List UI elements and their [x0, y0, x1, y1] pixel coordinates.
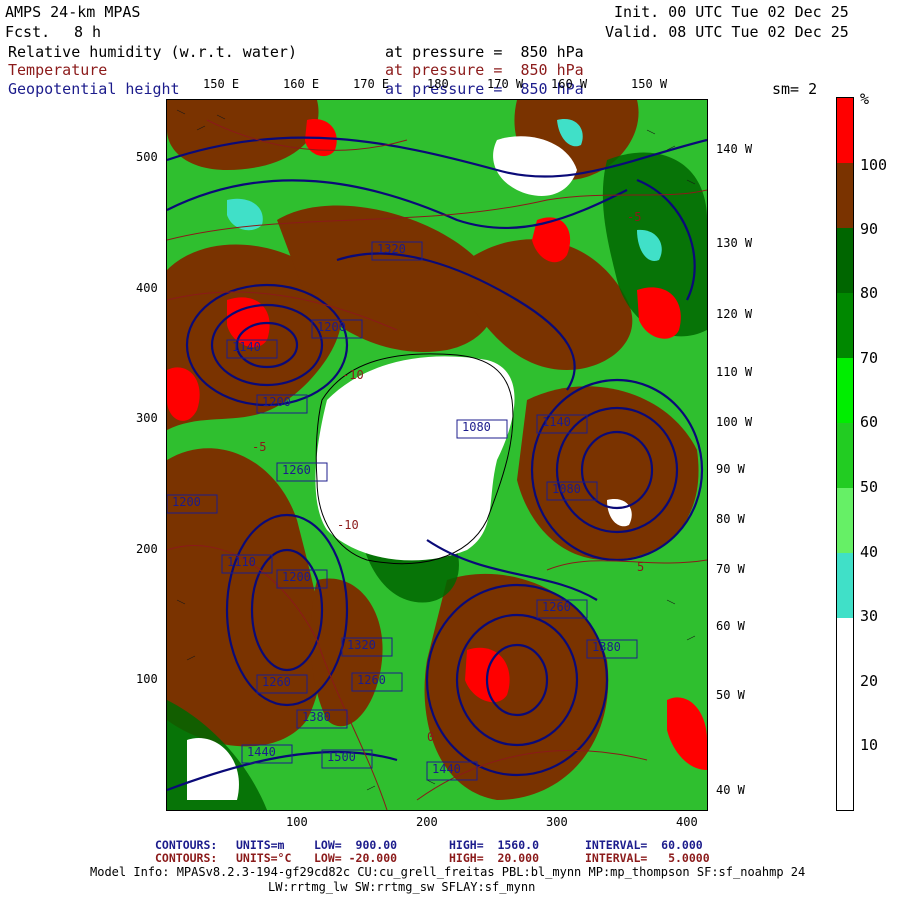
lon-label: 80 W [716, 512, 745, 526]
footer-low: LOW= 900.00 [314, 838, 398, 852]
height-label: 1260 [357, 673, 386, 687]
lon-label: 150 E [203, 77, 240, 91]
temp-label: 5 [637, 560, 645, 574]
height-label: 1260 [262, 675, 291, 689]
colorbar [836, 97, 854, 811]
height-label: 1110 [227, 555, 256, 569]
y-tick-label: 300 [136, 411, 158, 425]
height-label: 1080 [462, 420, 491, 434]
height-label: 1260 [282, 463, 311, 477]
height-label: 1380 [592, 640, 621, 654]
y-tick-label: 500 [136, 150, 158, 164]
valid-time: Valid. 08 UTC Tue 02 Dec 25 [605, 23, 849, 41]
temp-label: -5 [627, 210, 642, 224]
footer-interval: INTERVAL= 5.0000 [585, 851, 710, 865]
temp-label: -10 [342, 368, 364, 382]
model-title: AMPS 24-km MPAS [5, 3, 141, 21]
y-tick-label: 200 [136, 542, 158, 556]
height-label: 1440 [432, 762, 461, 776]
lon-label: 50 W [716, 688, 745, 702]
map-plot[interactable]: 1320 1200 1140 1200 1260 1110 1200 1320 … [166, 99, 708, 811]
temp-label: -10 [337, 518, 359, 532]
lon-label: 40 W [716, 783, 745, 797]
colorbar-label: 50 [860, 478, 879, 496]
lon-label: 150 W [631, 77, 668, 91]
lon-label: 110 W [716, 365, 753, 379]
colorbar-label: 90 [860, 220, 879, 238]
footer-units: UNITS=°C [236, 851, 292, 865]
height-label: 1320 [347, 638, 376, 652]
lon-label: 180 [427, 77, 449, 91]
lon-label: 130 W [716, 236, 753, 250]
height-label: 1200 [172, 495, 201, 509]
field-height-label: Geopotential height [8, 80, 180, 98]
lon-label: 90 W [716, 462, 745, 476]
colorbar-label: 80 [860, 284, 879, 302]
y-tick-label: 400 [136, 281, 158, 295]
colorbar-label: 60 [860, 413, 879, 431]
y-tick-label: 100 [136, 672, 158, 686]
footer-high: HIGH= 1560.0 [449, 838, 540, 852]
height-label: 1440 [247, 745, 276, 759]
lon-label: 120 W [716, 307, 753, 321]
footer-label: CONTOURS: [155, 838, 218, 852]
field-rh-level: at pressure = 850 hPa [385, 43, 584, 61]
height-label: 1200 [282, 570, 311, 584]
height-label: 1140 [232, 340, 261, 354]
colorbar-label: 30 [860, 607, 879, 625]
colorbar-label: 40 [860, 543, 879, 561]
footer-interval: INTERVAL= 60.000 [585, 838, 703, 852]
lon-label: 70 W [716, 562, 745, 576]
height-label: 1140 [542, 415, 571, 429]
colorbar-label: 100 [860, 156, 888, 174]
lon-label: 170 W [487, 77, 524, 91]
map-svg [167, 100, 707, 810]
lon-label: 60 W [716, 619, 745, 633]
x-tick-label: 300 [546, 815, 568, 829]
height-label: 1080 [552, 482, 581, 496]
height-label: 1200 [262, 395, 291, 409]
colorbar-unit: % [860, 90, 870, 108]
colorbar-label: 20 [860, 672, 879, 690]
init-time: Init. 00 UTC Tue 02 Dec 25 [614, 3, 849, 21]
temp-label: 0 [427, 730, 435, 744]
smoothing-label: sm= 2 [772, 80, 818, 98]
colorbar-label: 70 [860, 349, 879, 367]
lon-label: 170 E [353, 77, 390, 91]
x-tick-label: 100 [286, 815, 308, 829]
model-info: Model Info: MPASv8.2.3-194-gf29cd82c CU:… [90, 865, 806, 879]
lon-label: 160 W [551, 77, 588, 91]
model-info-2: LW:rrtmg_lw SW:rrtmg_sw SFLAY:sf_mynn [268, 880, 536, 894]
lon-label: 100 W [716, 415, 753, 429]
field-temp-label: Temperature [8, 61, 108, 79]
height-label: 1200 [317, 320, 346, 334]
footer-units: UNITS=m [236, 838, 285, 852]
footer-low: LOW= -20.000 [314, 851, 398, 865]
lon-label: 140 W [716, 142, 753, 156]
x-tick-label: 400 [676, 815, 698, 829]
colorbar-label: 10 [860, 736, 879, 754]
lon-label: 160 E [283, 77, 320, 91]
forecast-label: Fcst. [5, 23, 51, 41]
x-tick-label: 200 [416, 815, 438, 829]
temp-label: -5 [252, 440, 267, 454]
height-label: 1380 [302, 710, 331, 724]
height-label: 1500 [327, 750, 356, 764]
colorbar-svg [837, 98, 853, 810]
height-label: 1260 [542, 600, 571, 614]
footer-label: CONTOURS: [155, 851, 218, 865]
footer-high: HIGH= 20.000 [449, 851, 540, 865]
field-rh-label: Relative humidity (w.r.t. water) [8, 43, 297, 61]
forecast-value: 8 h [74, 23, 102, 41]
height-label: 1320 [377, 242, 406, 256]
